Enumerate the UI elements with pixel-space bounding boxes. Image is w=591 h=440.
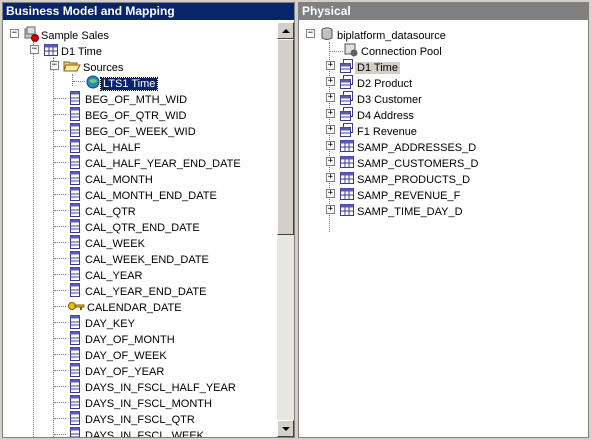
scroll-down-button[interactable] [277, 420, 294, 437]
alias-table-item[interactable]: + D1 Time [323, 58, 400, 75]
column-item[interactable]: DAYS_IN_FSCL_WEEK [67, 426, 206, 437]
open-folder-icon [63, 58, 81, 79]
column-item[interactable]: CAL_HALF [67, 138, 143, 154]
column-item[interactable]: CAL_YEAR_END_DATE [67, 282, 208, 298]
collapse-toggle[interactable]: − [50, 61, 59, 70]
physical-table-item[interactable]: + SAMP_PRODUCTS_D [323, 170, 472, 186]
alias-table-item[interactable]: + D4 Address [323, 106, 416, 122]
column-item[interactable]: DAYS_IN_FSCL_MONTH [67, 394, 214, 410]
column-item[interactable]: CAL_HALF_YEAR_END_DATE [67, 154, 243, 170]
column-item[interactable]: CAL_YEAR [67, 266, 144, 282]
column-item[interactable]: CAL_MONTH [67, 170, 155, 186]
collapse-toggle[interactable]: − [30, 45, 39, 54]
physical-table-item[interactable]: + SAMP_TIME_DAY_D [323, 202, 465, 218]
logical-table-source[interactable]: LTS1 Time [85, 74, 159, 92]
scroll-thumb[interactable] [277, 39, 294, 235]
physical-tree: − biplatform_datasource Connection Pool … [299, 22, 588, 437]
expand-toggle[interactable]: + [326, 173, 335, 182]
physical-pane: Physical − biplatform_datasource Connect… [298, 2, 589, 438]
business-model-pane: Business Model and Mapping − Sample Sale… [2, 2, 295, 438]
column-item[interactable]: CAL_WEEK_END_DATE [67, 250, 211, 266]
business-model-node[interactable]: − Sample Sales [7, 26, 111, 42]
alias-table-item[interactable]: + D3 Customer [323, 90, 424, 106]
expand-toggle[interactable]: + [326, 77, 335, 86]
vertical-scrollbar[interactable] [277, 22, 294, 437]
scroll-up-button[interactable] [277, 22, 294, 39]
alias-table-item[interactable]: + D2 Product [323, 74, 414, 90]
column-item[interactable]: DAY_KEY [67, 314, 137, 330]
expand-toggle[interactable]: + [326, 61, 335, 70]
logical-table-node[interactable]: − D1 Time [27, 42, 104, 58]
column-item[interactable]: CAL_QTR_END_DATE [67, 218, 202, 234]
physical-table-item[interactable]: + SAMP_CUSTOMERS_D [323, 154, 480, 170]
datasource-node[interactable]: − biplatform_datasource [303, 26, 448, 42]
column-icon [67, 426, 83, 437]
column-item[interactable]: BEG_OF_QTR_WID [67, 106, 188, 122]
business-model-tree: − Sample Sales − D1 Time − Sources LTS1 … [3, 22, 276, 437]
connection-pool-node[interactable]: Connection Pool [343, 42, 444, 58]
column-item[interactable]: DAY_OF_YEAR [67, 362, 166, 378]
column-item[interactable]: BEG_OF_MTH_WID [67, 90, 189, 106]
column-item[interactable]: CAL_QTR [67, 202, 138, 218]
column-item[interactable]: DAYS_IN_FSCL_HALF_YEAR [67, 378, 238, 394]
column-item[interactable]: CALENDAR_DATE [67, 298, 184, 314]
physical-table-item[interactable]: + SAMP_REVENUE_F [323, 186, 462, 202]
collapse-toggle[interactable]: − [10, 29, 19, 38]
collapse-toggle[interactable]: − [306, 29, 315, 38]
expand-toggle[interactable]: + [326, 93, 335, 102]
sources-folder-node[interactable]: − Sources [47, 58, 125, 74]
column-item[interactable]: BEG_OF_WEEK_WID [67, 122, 198, 138]
table-icon [339, 202, 355, 223]
expand-toggle[interactable]: + [326, 189, 335, 198]
alias-table-item[interactable]: + F1 Revenue [323, 122, 419, 138]
business-model-pane-title: Business Model and Mapping [3, 3, 294, 20]
column-item[interactable]: CAL_WEEK [67, 234, 147, 250]
physical-table-item[interactable]: + SAMP_ADDRESSES_D [323, 138, 478, 154]
expand-toggle[interactable]: + [326, 205, 335, 214]
expand-toggle[interactable]: + [326, 125, 335, 134]
column-item[interactable]: CAL_MONTH_END_DATE [67, 186, 219, 202]
column-item[interactable]: DAYS_IN_FSCL_QTR [67, 410, 197, 426]
expand-toggle[interactable]: + [326, 157, 335, 166]
column-item[interactable]: DAY_OF_MONTH [67, 330, 177, 346]
expand-toggle[interactable]: + [326, 141, 335, 150]
column-item[interactable]: DAY_OF_WEEK [67, 346, 169, 362]
physical-pane-title: Physical [299, 3, 588, 20]
expand-toggle[interactable]: + [326, 109, 335, 118]
database-icon [319, 26, 335, 47]
